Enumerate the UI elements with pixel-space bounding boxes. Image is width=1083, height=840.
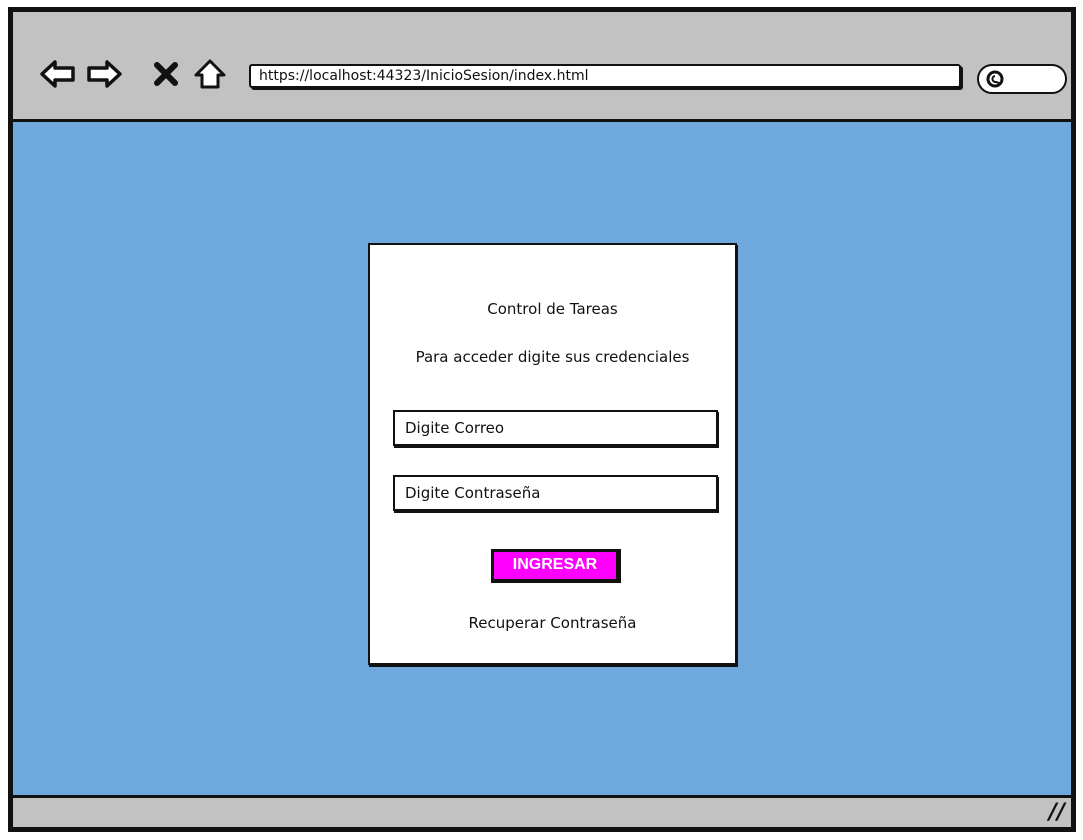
- back-arrow-icon: [40, 59, 76, 89]
- forward-arrow-icon: [86, 59, 122, 89]
- url-text: https://localhost:44323/InicioSesion/ind…: [259, 68, 589, 84]
- password-field[interactable]: Digite Contraseña: [393, 475, 718, 511]
- browser-toolbar: https://localhost:44323/InicioSesion/ind…: [13, 12, 1071, 122]
- back-button[interactable]: [39, 56, 77, 92]
- login-card: Control de Tareas Para acceder digite su…: [368, 243, 737, 665]
- address-bar[interactable]: https://localhost:44323/InicioSesion/ind…: [249, 64, 961, 88]
- browser-window: https://localhost:44323/InicioSesion/ind…: [8, 7, 1076, 832]
- resize-grip-icon[interactable]: //: [1049, 800, 1065, 825]
- home-icon: [194, 58, 226, 90]
- email-field[interactable]: Digite Correo: [393, 410, 718, 446]
- browser-statusbar: //: [13, 795, 1071, 827]
- login-title: Control de Tareas: [487, 300, 618, 318]
- browser-search-box[interactable]: [977, 64, 1067, 94]
- stop-button[interactable]: [151, 56, 181, 92]
- login-submit-button[interactable]: INGRESAR: [491, 549, 621, 583]
- close-icon: [153, 61, 179, 87]
- login-subtitle: Para acceder digite sus credenciales: [415, 348, 690, 366]
- forward-button[interactable]: [85, 56, 123, 92]
- page-content: Control de Tareas Para acceder digite su…: [13, 122, 1071, 795]
- recover-password-link[interactable]: Recuperar Contraseña: [370, 614, 735, 632]
- home-button[interactable]: [193, 56, 227, 92]
